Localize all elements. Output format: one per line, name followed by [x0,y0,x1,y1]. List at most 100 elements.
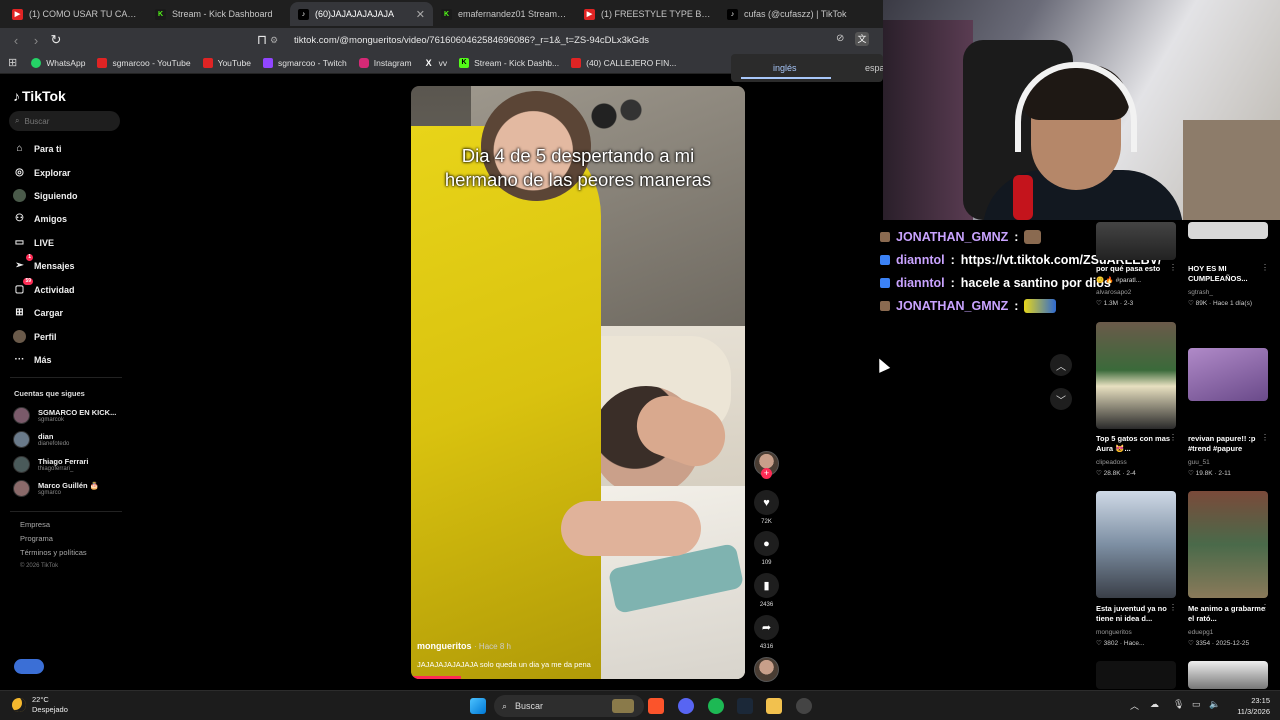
show-hidden-icons[interactable]: ︿ [1130,699,1139,712]
related-user[interactable]: guu_51 [1188,459,1210,466]
discord-icon[interactable] [678,698,694,714]
browser-tab[interactable]: K Stream - Kick Dashboard [147,2,290,26]
apps-icon[interactable]: ⊞ [8,56,17,69]
nav-perfil[interactable]: Perfil [13,330,57,343]
nav-para-ti[interactable]: ⌂ Para ti [13,142,61,155]
video-author[interactable]: mongueritos · Hace 8 h [417,641,511,651]
share-button[interactable]: ➦ 4316 [754,615,779,650]
bookmark-callejero[interactable]: (40) CALLEJERO FIN... [571,57,676,68]
bookmark-youtube[interactable]: YouTube [202,57,251,68]
bookmark-x[interactable]: Xvv [424,58,448,68]
volume-icon[interactable]: 🔈 [1209,699,1220,710]
url-field[interactable]: ⚙ tiktok.com/@mongueritos/video/76160604… [270,31,880,49]
next-video-button[interactable]: ﹀ [1050,388,1072,410]
taskbar-clock[interactable]: 23:15 11/3/2026 [1228,695,1270,717]
steam-icon[interactable] [737,698,753,714]
search-input[interactable]: ⌕ Buscar [9,111,120,131]
more-options-icon[interactable]: ⋮ [1169,603,1177,612]
browser-tab[interactable]: Kemafernandez01 Stream - Wat [433,2,576,26]
bookmark-instagram[interactable]: Instagram [358,57,412,68]
creator-avatar-button[interactable]: + [754,451,779,479]
follow-plus-icon[interactable]: + [761,468,772,479]
bookmark-sgmarcoo-youtube[interactable]: sgmarcoo - YouTube [97,57,191,68]
following-account[interactable]: dian dianefotedo [13,431,69,448]
nav-siguiendo[interactable]: Siguiendo [13,189,78,202]
save-button[interactable]: ▮ 2436 [754,573,779,608]
nav-mas[interactable]: ··· Más [13,353,52,366]
related-user[interactable]: sgtrash_ [1188,289,1213,296]
related-user[interactable]: mongueritos [1096,629,1132,636]
video-progress-bar[interactable] [411,676,461,679]
taskbar-search[interactable]: ⌕ Buscar [494,695,644,717]
translate-icon[interactable]: 文 [855,32,869,46]
get-app-button[interactable] [14,659,44,674]
browser-tab[interactable]: ▶(1) COMO USAR TU CAMARA [4,2,147,26]
related-thumbnail[interactable] [1096,661,1176,689]
close-tab-icon[interactable]: ✕ [416,8,425,21]
more-options-icon[interactable]: ⋮ [1169,263,1177,272]
more-options-icon[interactable]: ⋮ [1261,603,1269,612]
like-button[interactable]: ♥ 72K [754,490,779,525]
weather-widget[interactable]: 22°C Despejado [12,695,68,715]
file-explorer-icon[interactable] [766,698,782,714]
more-options-icon[interactable]: ⋮ [1261,433,1269,442]
related-thumbnail[interactable] [1096,322,1176,429]
nav-mensajes[interactable]: ➢ 1 Mensajes [13,254,75,272]
related-user[interactable]: alvarosapo2 [1096,289,1131,296]
site-info-icon[interactable]: ⚙ [270,35,284,46]
translate-to-tab[interactable]: espa [865,63,885,73]
browser-tab[interactable]: ▶(1) FREESTYLE TYPE BEAT - "K [576,2,719,26]
nav-explorar[interactable]: ◎ Explorar [13,166,70,179]
media-icon[interactable]: ⊘ [836,33,844,44]
nav-actividad[interactable]: ▢ 59 Actividad [13,278,75,296]
following-account[interactable]: Marco Guillén 🎂 sgmarco [13,480,99,497]
bookmark-whatsapp[interactable]: WhatsApp [31,57,85,68]
forward-icon[interactable]: › [26,33,46,48]
footer-programa[interactable]: Programa [20,534,53,543]
related-thumbnail[interactable] [1096,491,1176,598]
spotify-icon[interactable] [708,698,724,714]
back-icon[interactable]: ‹ [6,33,26,48]
following-account[interactable]: SGMARCO EN KICK... sgmarcok [13,407,116,424]
footer-terminos[interactable]: Términos y políticas [20,548,87,557]
obs-icon[interactable] [796,698,812,714]
related-thumbnail[interactable] [1188,222,1268,239]
bookmark-icon[interactable]: ⊓ [252,32,272,48]
nav-amigos[interactable]: ⚇ Amigos [13,212,67,225]
brave-browser-icon[interactable] [648,698,664,714]
microphone-icon[interactable]: 🎙 [1173,699,1184,710]
bookmark-twitch[interactable]: sgmarcoo - Twitch [262,57,347,68]
related-title[interactable]: por qué pasa esto [1096,264,1178,274]
related-title[interactable]: HOY ES MI CUMPLEAÑOS... [1188,264,1270,284]
comment-button[interactable]: ● 109 [754,531,779,566]
video-player[interactable]: Dia 4 de 5 despertando a mi hermano de l… [411,86,745,679]
tiktok-logo[interactable]: ♪ TikTok [13,88,66,104]
nav-live[interactable]: ▭ LIVE [13,236,54,249]
share-icon: ➦ [754,615,779,640]
related-title[interactable]: revivan papure!! :p #trend #papure [1188,434,1270,454]
more-options-icon[interactable]: ⋮ [1261,263,1269,272]
previous-video-button[interactable]: ︿ [1050,354,1072,376]
following-account[interactable]: Thiago Ferrari thiagoferrari_ [13,456,88,473]
footer-empresa[interactable]: Empresa [20,520,50,529]
more-options-icon[interactable]: ⋮ [1169,433,1177,442]
network-icon[interactable]: ▭ [1192,699,1201,710]
related-title[interactable]: Me animo a grabarme el rató... [1188,604,1270,624]
related-thumbnail[interactable] [1188,491,1268,598]
browser-tab-active[interactable]: ♪ (60)JAJAJAJAJAJA ✕ [290,2,433,26]
bookmark-kick[interactable]: K Stream - Kick Dashb... [459,57,559,68]
related-user[interactable]: eduepg1 [1188,629,1213,636]
browser-tab[interactable]: ♪ cufas (@cufaszz) | TikTok [719,2,862,26]
related-user[interactable]: clipeadoss [1096,459,1127,466]
related-title[interactable]: Esta juventud ya no tiene ni idea d... [1096,604,1178,624]
tray-app-icon[interactable]: ☁ [1150,699,1159,710]
related-thumbnail[interactable] [1188,661,1268,689]
related-thumbnail[interactable] [1188,348,1268,401]
sound-avatar[interactable] [754,657,779,682]
reload-icon[interactable]: ↻ [46,32,66,48]
windows-start-icon[interactable] [470,698,486,714]
related-thumbnail[interactable] [1096,222,1176,260]
related-title[interactable]: Top 5 gatos con mas Aura 😻... [1096,434,1178,454]
translate-from-tab[interactable]: inglés [773,63,797,73]
nav-cargar[interactable]: ⊞ Cargar [13,306,63,319]
